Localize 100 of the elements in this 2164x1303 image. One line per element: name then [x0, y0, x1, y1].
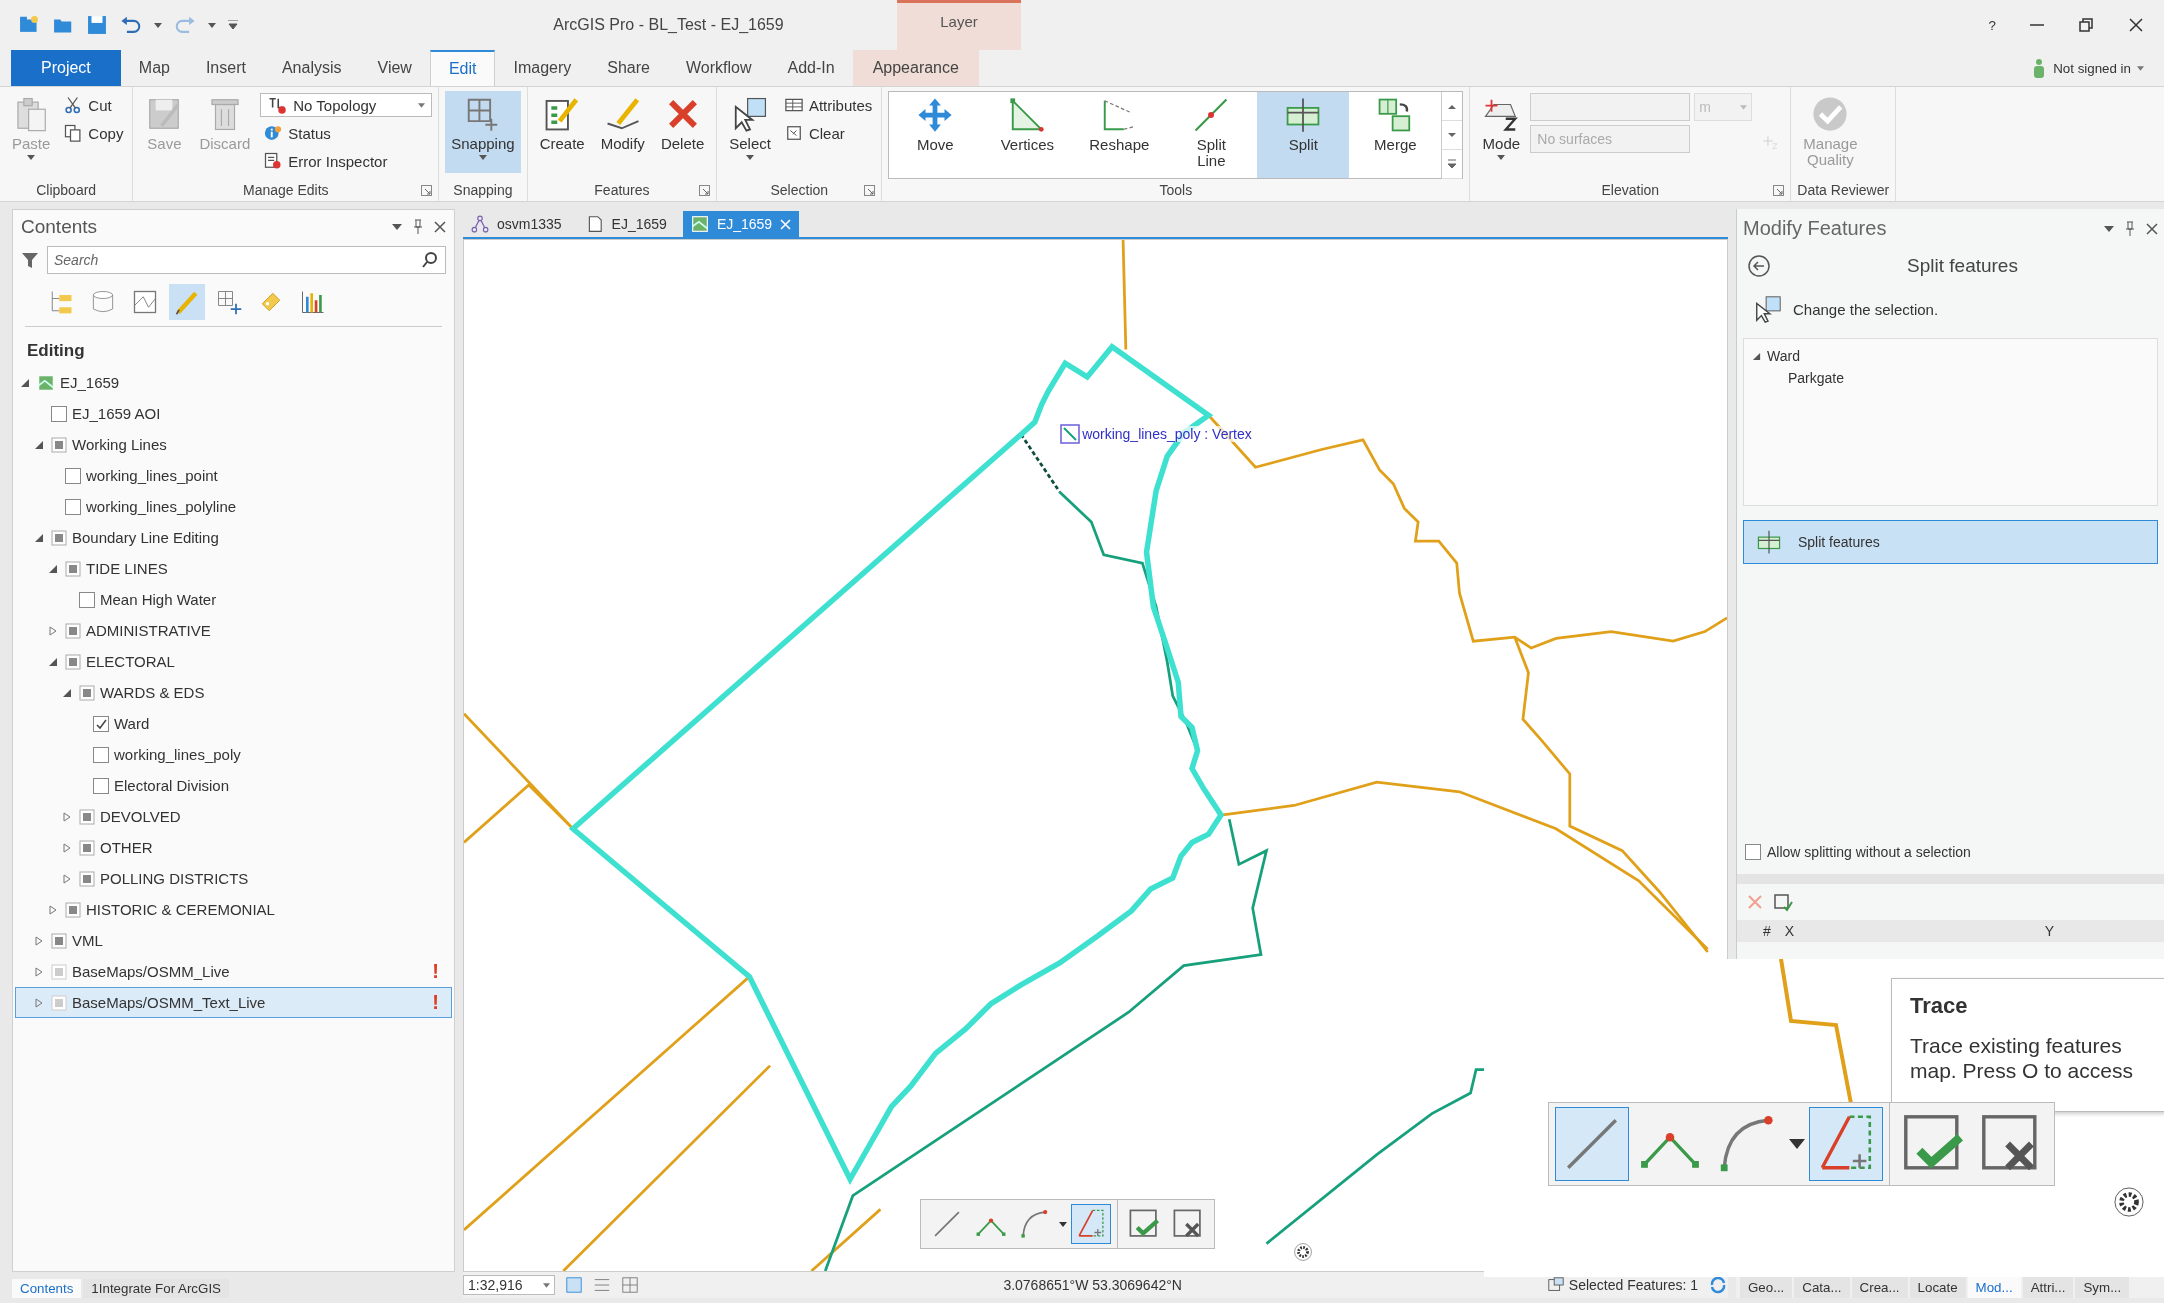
ribbon-tab[interactable]: Imagery: [495, 50, 590, 86]
checkbox[interactable]: [1745, 844, 1761, 860]
checkbox[interactable]: [65, 467, 81, 484]
change-selection-link[interactable]: Change the selection.: [1793, 300, 1939, 318]
layer-row[interactable]: HISTORIC & CEREMONIAL: [15, 894, 452, 925]
group-title: Tools: [1159, 182, 1193, 198]
document-tab[interactable]: EJ_1659: [577, 211, 675, 237]
search-field[interactable]: Search: [47, 246, 446, 274]
layer-row[interactable]: OTHER: [15, 832, 452, 863]
topology-dropdown[interactable]: No Topology: [260, 93, 433, 117]
ribbon-button[interactable]: Split Line: [1165, 92, 1258, 178]
ribbon-button[interactable]: Reshape: [1073, 92, 1166, 178]
dock-tab[interactable]: Crea...: [1851, 1277, 1908, 1298]
caret-icon: [1789, 1139, 1805, 1149]
tool-item[interactable]: Split features: [1743, 520, 2158, 564]
sketch-tool-button[interactable]: [1809, 1107, 1883, 1181]
feature-name[interactable]: Parkgate: [1788, 370, 1845, 386]
layer-row[interactable]: BaseMaps/OSMM_Live !: [15, 956, 452, 987]
layer-row[interactable]: working_lines_point: [15, 460, 452, 491]
ribbon-button[interactable]: Merge: [1349, 92, 1442, 178]
layer-row[interactable]: WARDS & EDS: [15, 677, 452, 708]
view-toggle-button[interactable]: [169, 284, 205, 320]
collapse-arrow-icon: [34, 532, 44, 543]
minimize-icon: [2030, 24, 2044, 26]
ribbon-tab[interactable]: Workflow: [668, 50, 770, 86]
layer-row[interactable]: EJ_1659: [15, 367, 452, 398]
close-icon: [780, 218, 792, 230]
document-tab[interactable]: osvm1335: [463, 211, 570, 237]
select-cursor-icon: [1753, 294, 1783, 324]
ribbon-tab[interactable]: Map: [120, 50, 188, 86]
ribbon-tab[interactable]: Project: [11, 50, 121, 86]
dock-tab[interactable]: Cata...: [1794, 1277, 1850, 1298]
dock-tab[interactable]: Geo...: [1740, 1277, 1793, 1298]
caret-icon: [154, 22, 162, 28]
group-title: Snapping: [453, 182, 513, 198]
layer-row[interactable]: working_lines_poly: [15, 739, 452, 770]
caret-icon: [208, 22, 216, 28]
collapse-arrow-icon: [62, 687, 72, 698]
vertices-icon: [1008, 96, 1047, 134]
ribbon-button[interactable]: Move: [889, 92, 982, 178]
help-button[interactable]: ?: [1988, 17, 1996, 33]
ribbon-tab[interactable]: Add-In: [769, 50, 853, 86]
checkbox[interactable]: [65, 498, 81, 515]
layer-row[interactable]: TIDE LINES: [15, 553, 452, 584]
ribbon-small-button[interactable]: Attributes: [780, 93, 876, 117]
checkbox[interactable]: [51, 405, 67, 422]
ribbon-button[interactable]: Create: [533, 91, 591, 173]
pane-title: Modify Features: [1743, 217, 1888, 240]
ribbon-small-button[interactable]: Error Inspector: [260, 149, 433, 173]
sketch-tool-button[interactable]: [1071, 1204, 1111, 1244]
layer-row[interactable]: Mean High Water: [15, 584, 452, 615]
layer-row[interactable]: Working Lines: [15, 429, 452, 460]
checkbox[interactable]: [93, 715, 109, 732]
checkbox[interactable]: [93, 777, 109, 794]
dock-tab[interactable]: Attri...: [2022, 1277, 2074, 1298]
layer-row[interactable]: ADMINISTRATIVE: [15, 615, 452, 646]
checkbox[interactable]: [93, 746, 109, 763]
layer-row[interactable]: Ward: [15, 708, 452, 739]
pane-tab[interactable]: Contents: [12, 1279, 82, 1298]
account-menu[interactable]: Not signed in: [2053, 60, 2131, 76]
ribbon-button[interactable]: Vertices: [981, 92, 1074, 178]
ribbon-tab[interactable]: Share: [589, 50, 668, 86]
ribbon-button[interactable]: Delete: [654, 91, 711, 173]
pane-tab[interactable]: 1Integrate For ArcGIS: [83, 1279, 229, 1298]
ribbon-button[interactable]: Mode: [1476, 91, 1527, 173]
ribbon-tab[interactable]: Appearance: [852, 50, 979, 86]
layer-row[interactable]: POLLING DISTRICTS: [15, 863, 452, 894]
dock-tab[interactable]: Mod...: [1967, 1277, 2021, 1298]
ribbon-tab[interactable]: Edit: [429, 50, 496, 86]
checkbox[interactable]: [79, 591, 95, 608]
dock-tab[interactable]: Sym...: [2075, 1277, 2130, 1298]
sketch-tool-button[interactable]: [1555, 1107, 1629, 1181]
layer-name[interactable]: Ward: [1767, 348, 1800, 364]
ribbon-small-button[interactable]: Status: [260, 121, 433, 145]
ribbon-tab[interactable]: Insert: [187, 50, 264, 86]
layer-row[interactable]: BaseMaps/OSMM_Text_Live !: [15, 987, 452, 1018]
document-tab[interactable]: EJ_1659: [682, 211, 800, 237]
dock-tab[interactable]: Locate: [1909, 1277, 1966, 1298]
topology-icon: [267, 95, 288, 115]
ribbon-button[interactable]: Modify: [594, 91, 651, 173]
section-heading: Editing: [26, 340, 86, 362]
layer-row[interactable]: Electoral Division: [15, 770, 452, 801]
layer-row[interactable]: EJ_1659 AOI: [15, 398, 452, 429]
ribbon-tab[interactable]: View: [359, 50, 430, 86]
ribbon-button[interactable]: Split: [1257, 92, 1350, 178]
layer-row[interactable]: VML: [15, 925, 452, 956]
tooltip-text: Trace existing features map. Press O to access: [1910, 1033, 2134, 1084]
ribbon-tab[interactable]: Analysis: [263, 50, 360, 86]
expand-arrow-icon: [34, 997, 44, 1008]
layer-row[interactable]: working_lines_polyline: [15, 491, 452, 522]
ribbon-button[interactable]: Snapping: [445, 91, 521, 173]
ribbon-small-button[interactable]: Copy: [60, 121, 127, 145]
layer-row[interactable]: ELECTORAL: [15, 646, 452, 677]
ribbon-button[interactable]: Select: [723, 91, 777, 173]
ribbon-small-button[interactable]: Clear: [780, 121, 876, 145]
layer-row[interactable]: DEVOLVED: [15, 801, 452, 832]
layer-row[interactable]: Boundary Line Editing: [15, 522, 452, 553]
tool-title: Split features: [1906, 255, 2019, 277]
scale-dropdown[interactable]: 1:32,916: [463, 1275, 555, 1295]
ribbon-small-button[interactable]: Cut: [60, 93, 127, 117]
